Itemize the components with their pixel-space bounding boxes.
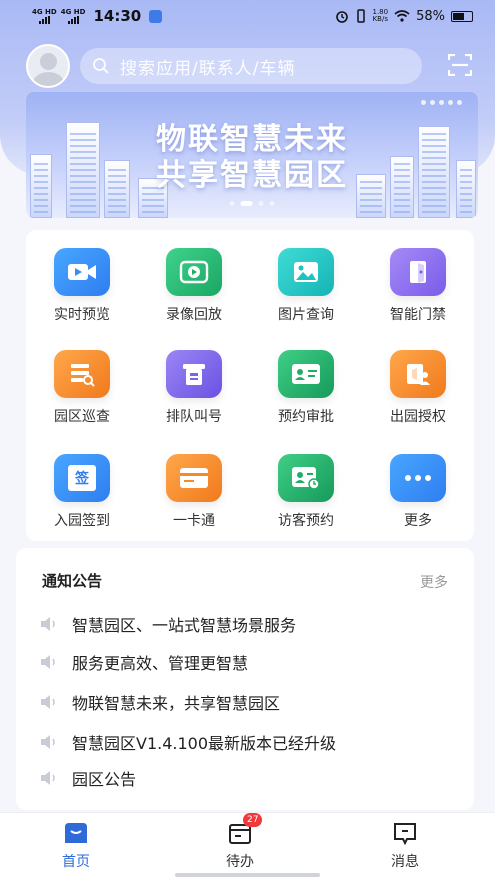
vibrate-icon bbox=[356, 9, 365, 23]
menu-item-patrol[interactable]: 园区巡查 bbox=[26, 332, 138, 432]
banner-top-dots bbox=[421, 100, 462, 105]
more-dots-icon bbox=[390, 454, 446, 502]
menu-label: 访客预约 bbox=[278, 513, 334, 529]
speaker-icon bbox=[41, 655, 55, 669]
menu-label: 园区巡查 bbox=[54, 409, 110, 425]
banner-pagination[interactable] bbox=[229, 201, 275, 206]
menu-item-image-search[interactable]: 图片查询 bbox=[250, 230, 362, 330]
cell-signal-2-icon: 4G HD bbox=[61, 8, 85, 24]
menu-label: 录像回放 bbox=[166, 307, 222, 323]
patrol-inspect-icon bbox=[54, 350, 110, 398]
notice-item[interactable]: 智慧园区V1.4.100最新版本已经升级 bbox=[40, 730, 336, 754]
menu-item-queue[interactable]: 排队叫号 bbox=[138, 332, 250, 432]
menu-item-door-access[interactable]: 智能门禁 bbox=[362, 230, 474, 330]
home-icon bbox=[65, 823, 87, 843]
approval-card-icon bbox=[278, 350, 334, 398]
door-access-icon bbox=[390, 248, 446, 296]
home-indicator bbox=[175, 873, 320, 877]
tab-home[interactable]: 首页 bbox=[36, 821, 116, 871]
video-playback-icon bbox=[166, 248, 222, 296]
notice-item[interactable]: 服务更高效、管理更智慧 bbox=[40, 650, 248, 674]
promo-banner[interactable]: 物联智慧未来 共享智慧园区 bbox=[26, 92, 478, 218]
function-grid: 实时预览 录像回放 图片查询 智能门禁 园区巡查 排队叫号 预约审批 出园授权 … bbox=[26, 230, 474, 541]
bottom-tab-bar: 首页 27 待办 消息 bbox=[0, 812, 495, 881]
todo-count-badge: 27 bbox=[243, 813, 263, 827]
status-bar: 4G HD 4G HD 14:30 1.80 KB/s 58% bbox=[0, 0, 495, 32]
menu-label: 一卡通 bbox=[173, 513, 215, 529]
menu-label: 智能门禁 bbox=[390, 307, 446, 323]
alarm-icon bbox=[335, 11, 348, 23]
notice-item[interactable]: 园区公告 bbox=[40, 766, 136, 790]
menu-label: 出园授权 bbox=[390, 409, 446, 425]
speaker-icon bbox=[41, 735, 55, 749]
app-notification-icon bbox=[149, 9, 163, 23]
speaker-icon bbox=[41, 771, 55, 785]
menu-item-card[interactable]: 一卡通 bbox=[138, 436, 250, 536]
speaker-icon bbox=[41, 695, 55, 709]
video-camera-icon bbox=[54, 248, 110, 296]
cell-signal-1-icon: 4G HD bbox=[32, 8, 57, 24]
battery-percent: 58% bbox=[416, 8, 445, 24]
notice-text: 服务更高效、管理更智慧 bbox=[72, 654, 249, 673]
menu-label: 图片查询 bbox=[278, 307, 334, 323]
avatar[interactable] bbox=[26, 44, 70, 88]
notice-more-link[interactable]: 更多 bbox=[420, 572, 448, 592]
sign-in-icon: 签 bbox=[54, 454, 110, 502]
notice-text: 园区公告 bbox=[72, 770, 137, 789]
menu-label: 排队叫号 bbox=[166, 409, 222, 425]
menu-item-approval[interactable]: 预约审批 bbox=[250, 332, 362, 432]
menu-item-exit-authorize[interactable]: 出园授权 bbox=[362, 332, 474, 432]
notice-item[interactable]: 物联智慧未来，共享智慧园区 bbox=[40, 690, 280, 714]
menu-label: 更多 bbox=[404, 513, 432, 529]
notice-text: 物联智慧未来，共享智慧园区 bbox=[72, 694, 281, 713]
network-speed: 1.80 KB/s bbox=[372, 8, 389, 23]
notice-card: 通知公告 更多 智慧园区、一站式智慧场景服务 服务更高效、管理更智慧 物联智慧未… bbox=[16, 548, 474, 810]
tab-label: 首页 bbox=[62, 854, 90, 870]
search-icon bbox=[93, 58, 109, 74]
menu-item-visitor-booking[interactable]: 访客预约 bbox=[250, 436, 362, 536]
menu-label: 实时预览 bbox=[54, 307, 110, 323]
queue-ticket-icon bbox=[166, 350, 222, 398]
notice-title: 通知公告 bbox=[42, 572, 103, 590]
todo-calendar-icon: 27 bbox=[227, 813, 263, 845]
visitor-booking-icon bbox=[278, 454, 334, 502]
card-icon bbox=[166, 454, 222, 502]
notice-item[interactable]: 智慧园区、一站式智慧场景服务 bbox=[40, 612, 296, 636]
image-icon bbox=[278, 248, 334, 296]
tab-todo[interactable]: 27 待办 bbox=[200, 813, 280, 871]
menu-item-live-preview[interactable]: 实时预览 bbox=[26, 230, 138, 330]
clock: 14:30 bbox=[93, 7, 142, 25]
banner-title-line2: 共享智慧园区 bbox=[156, 158, 348, 193]
menu-label: 入园签到 bbox=[54, 513, 110, 529]
app-header: 搜索应用/联系人/车辆 bbox=[26, 42, 476, 90]
wifi-icon bbox=[394, 10, 410, 22]
exit-authorize-icon bbox=[390, 350, 446, 398]
search-input[interactable]: 搜索应用/联系人/车辆 bbox=[80, 48, 422, 84]
menu-item-playback[interactable]: 录像回放 bbox=[138, 230, 250, 330]
tab-messages[interactable]: 消息 bbox=[365, 821, 445, 871]
menu-item-sign-in[interactable]: 签 入园签到 bbox=[26, 436, 138, 536]
notice-text: 智慧园区、一站式智慧场景服务 bbox=[72, 616, 297, 635]
speaker-icon bbox=[41, 617, 55, 631]
message-icon bbox=[394, 823, 416, 845]
menu-item-more[interactable]: 更多 bbox=[362, 436, 474, 536]
menu-label: 预约审批 bbox=[278, 409, 334, 425]
battery-icon bbox=[451, 10, 473, 22]
scan-icon[interactable] bbox=[448, 54, 472, 76]
tab-label: 待办 bbox=[226, 854, 254, 870]
search-placeholder: 搜索应用/联系人/车辆 bbox=[120, 58, 296, 79]
notice-text: 智慧园区V1.4.100最新版本已经升级 bbox=[72, 734, 337, 753]
tab-label: 消息 bbox=[391, 854, 419, 870]
